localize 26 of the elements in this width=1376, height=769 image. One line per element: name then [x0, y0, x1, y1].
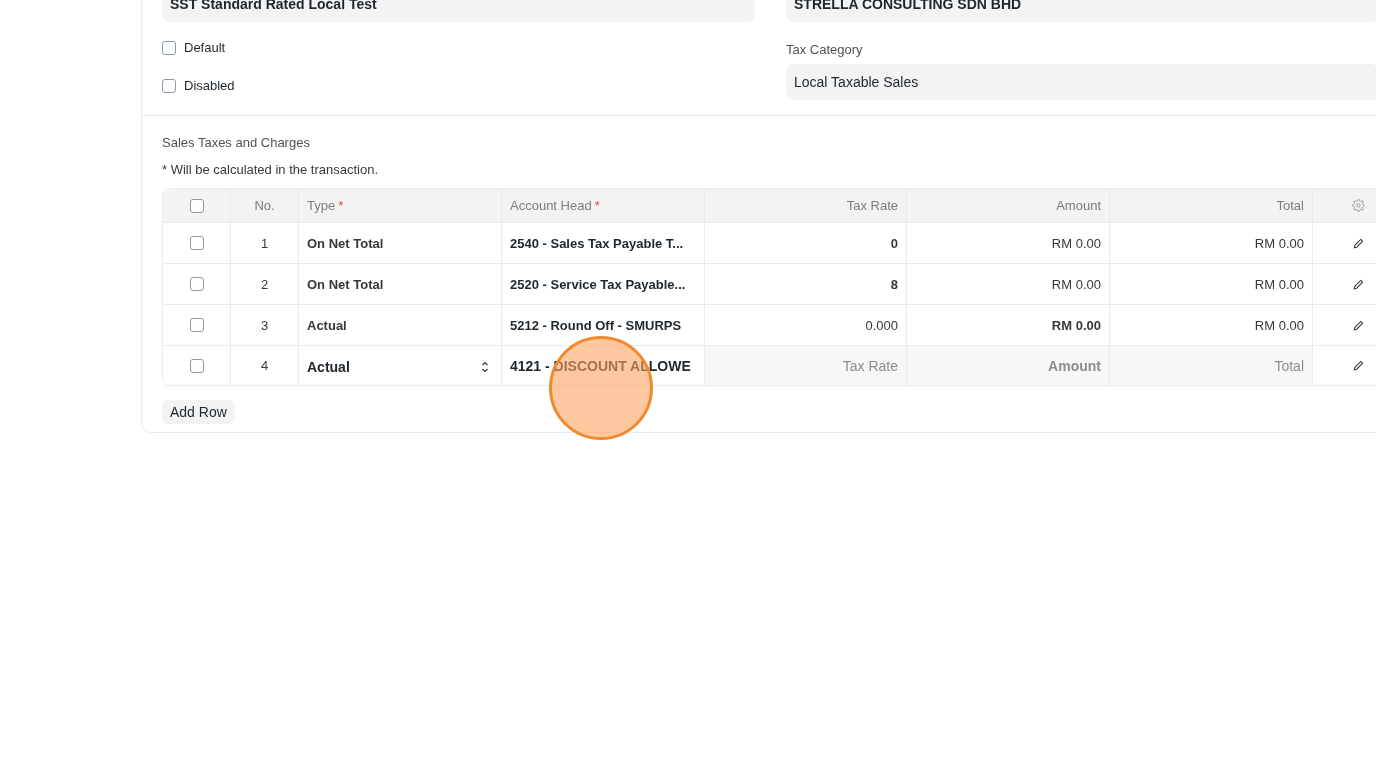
note-text: * Will be calculated in the transaction. — [162, 162, 380, 177]
total-input[interactable]: Total — [1110, 346, 1312, 385]
pencil-icon[interactable] — [1352, 319, 1364, 331]
checkbox[interactable] — [189, 358, 204, 373]
checkbox[interactable] — [189, 318, 204, 332]
checkbox[interactable] — [162, 78, 176, 93]
checkbox[interactable] — [162, 40, 176, 55]
pencil-icon[interactable] — [1352, 278, 1364, 290]
settings-icon[interactable] — [1351, 199, 1365, 212]
table-cell: 4 — [230, 346, 298, 385]
checkbox[interactable] — [189, 198, 204, 213]
tax-category-field[interactable]: Local Taxable Sales — [786, 64, 1376, 100]
section-title: Sales Taxes and Charges — [162, 135, 311, 150]
pencil-icon[interactable] — [1352, 237, 1364, 249]
type-select[interactable]: Actual — [307, 346, 493, 385]
company-field[interactable]: STRELLA CONSULTING SDN BHD — [786, 0, 1376, 22]
pencil-icon[interactable] — [1352, 360, 1364, 371]
checkbox[interactable] — [189, 277, 204, 291]
checkbox-label: Default — [184, 40, 226, 55]
stepper-icon — [481, 361, 489, 373]
tax-rate-input[interactable]: Tax Rate — [705, 346, 906, 385]
amount-input[interactable]: Amount — [907, 346, 1109, 385]
field-label: Tax Category — [786, 42, 864, 57]
checkbox[interactable] — [189, 236, 204, 250]
checkbox-label: Disabled — [184, 78, 235, 93]
add-row-button[interactable]: Add Row — [162, 400, 235, 424]
